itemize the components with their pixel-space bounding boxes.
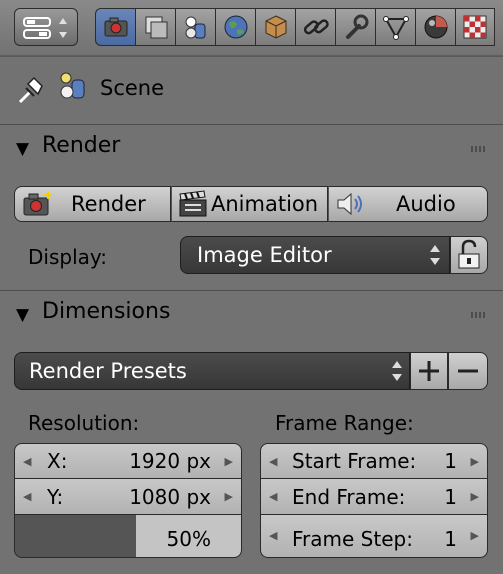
dropdown-arrows-icon	[392, 361, 402, 381]
tab-material[interactable]	[415, 8, 455, 46]
pin-icon[interactable]	[16, 74, 50, 106]
drag-handle-icon[interactable]	[471, 146, 487, 152]
tab-texture[interactable]	[455, 8, 495, 46]
lock-interface-button[interactable]	[450, 236, 488, 274]
camera-icon	[104, 17, 127, 37]
minus-icon	[458, 369, 478, 373]
resolution-y-value: 1080 px	[129, 484, 211, 509]
vertex-triangle-icon	[382, 16, 409, 40]
cube-icon	[265, 15, 286, 39]
increment-arrow-icon[interactable]: ▶	[225, 490, 233, 503]
end-frame-label: End Frame:	[292, 484, 406, 509]
render-button-label: Render	[71, 192, 146, 216]
tab-modifiers[interactable]	[335, 8, 375, 46]
display-label: Display:	[28, 245, 108, 269]
resolution-x-field[interactable]: ◀ X: 1920 px ▶	[14, 443, 242, 479]
end-frame-field[interactable]: ◀ End Frame: 1 ▶	[260, 479, 488, 515]
increment-arrow-icon[interactable]: ▶	[471, 455, 479, 468]
frame-step-label: Frame Step:	[292, 527, 413, 551]
end-frame-value: 1	[444, 484, 457, 509]
render-presets-label: Render Presets	[29, 359, 187, 383]
frame-step-value: 1	[444, 527, 457, 551]
editor-type-icon	[23, 17, 67, 39]
checker-texture-icon	[463, 15, 487, 39]
dropdown-arrows-icon	[430, 245, 440, 265]
tab-constraints[interactable]	[295, 8, 335, 46]
render-layers-icon	[145, 16, 167, 39]
tab-render[interactable]	[95, 8, 135, 46]
render-panel-title: Render	[42, 133, 121, 158]
header-divider	[0, 56, 503, 57]
increment-arrow-icon[interactable]: ▶	[225, 455, 233, 468]
collapse-triangle-icon[interactable]: ▼	[16, 305, 29, 325]
tab-world[interactable]	[215, 8, 255, 46]
render-panel-header[interactable]: ▼ Render	[0, 124, 503, 170]
scene-icon	[185, 16, 205, 39]
animation-button[interactable]: Animation	[171, 186, 328, 222]
render-still-icon	[23, 191, 52, 216]
remove-preset-button[interactable]	[448, 352, 488, 390]
resolution-x-label: X:	[47, 449, 68, 473]
collapse-triangle-icon[interactable]: ▼	[16, 139, 29, 159]
context-scene-label: Scene	[100, 76, 165, 100]
resolution-y-label: Y:	[47, 484, 64, 509]
drag-handle-icon[interactable]	[471, 312, 487, 318]
frame-step-field[interactable]: ◀ Frame Step: 1 ▶	[260, 515, 488, 558]
audio-button-label: Audio	[396, 192, 456, 216]
animation-button-label: Animation	[211, 192, 319, 216]
editor-type-button[interactable]	[14, 8, 78, 46]
dimensions-panel-header[interactable]: ▼ Dimensions	[0, 290, 503, 336]
render-presets-dropdown[interactable]: Render Presets	[14, 352, 410, 390]
dimensions-panel-title: Dimensions	[42, 299, 171, 324]
decrement-arrow-icon[interactable]: ◀	[269, 529, 277, 542]
decrement-arrow-icon[interactable]: ◀	[23, 490, 31, 503]
audio-button[interactable]: Audio	[328, 186, 488, 222]
tab-data[interactable]	[375, 8, 415, 46]
resolution-percentage-slider[interactable]: 50%	[14, 515, 242, 558]
material-sphere-icon	[424, 15, 447, 39]
tab-render-layers[interactable]	[135, 8, 175, 46]
resolution-y-field[interactable]: ◀ Y: 1080 px ▶	[14, 479, 242, 515]
padlock-icon	[458, 239, 480, 269]
scene-icon	[60, 72, 85, 99]
clapperboard-icon	[179, 190, 207, 217]
decrement-arrow-icon[interactable]: ◀	[269, 455, 277, 468]
resolution-x-value: 1920 px	[129, 449, 211, 473]
plus-icon	[419, 361, 439, 381]
world-icon	[224, 15, 247, 39]
wrench-icon	[345, 14, 368, 39]
display-dropdown[interactable]: Image Editor	[180, 236, 450, 274]
decrement-arrow-icon[interactable]: ◀	[269, 490, 277, 503]
resolution-label: Resolution:	[28, 411, 140, 435]
frame-range-label: Frame Range:	[275, 411, 414, 435]
tab-object[interactable]	[255, 8, 295, 46]
render-button[interactable]: Render	[14, 186, 171, 222]
start-frame-value: 1	[444, 449, 457, 473]
link-icon	[303, 19, 329, 35]
add-preset-button[interactable]	[410, 352, 448, 390]
display-value: Image Editor	[197, 243, 332, 267]
decrement-arrow-icon[interactable]: ◀	[23, 455, 31, 468]
increment-arrow-icon[interactable]: ▶	[471, 529, 479, 542]
tab-scene[interactable]	[175, 8, 215, 46]
resolution-percentage-value: 50%	[166, 527, 211, 551]
start-frame-field[interactable]: ◀ Start Frame: 1 ▶	[260, 443, 488, 479]
speaker-icon	[337, 192, 362, 216]
increment-arrow-icon[interactable]: ▶	[471, 490, 479, 503]
start-frame-label: Start Frame:	[292, 449, 417, 473]
